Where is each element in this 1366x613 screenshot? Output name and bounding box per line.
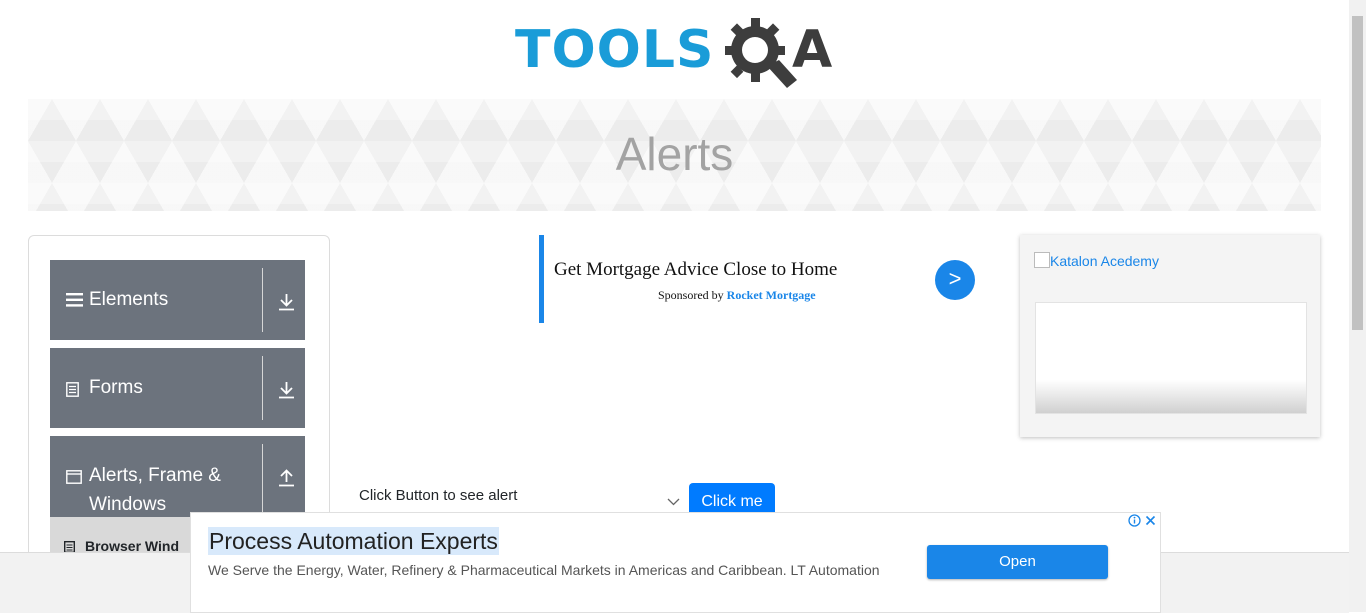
bottom-ad-title[interactable]: Process Automation Experts [208,527,499,555]
bottom-ad[interactable]: Process Automation Experts We Serve the … [190,512,1161,613]
divider [262,444,263,514]
logo-text-tools: TOOLS [515,20,715,80]
divider [262,268,263,332]
nav-group-forms[interactable]: Forms [50,348,305,428]
nav-group-label: Forms [89,377,143,398]
sponsor-link[interactable]: Rocket Mortgage [727,288,816,302]
hamburger-icon [66,293,83,307]
alert-label: Click Button to see alert [359,487,518,504]
ad-card [1035,302,1307,414]
ad-sponsor-line: Sponsored by Rocket Mortgage [658,288,816,303]
nav-group-label-line1: Alerts, Frame & [89,465,221,486]
katalon-ad[interactable]: Katalon Acedemy [1020,235,1320,437]
download-arrow-icon[interactable] [278,381,295,399]
toolsqa-logo[interactable]: TOOLS A [515,14,840,90]
ad-choices-icon[interactable] [1127,513,1159,529]
nav-group-elements[interactable]: Elements [50,260,305,340]
mortgage-ad[interactable]: Get Mortgage Advice Close to Home Sponso… [539,235,984,323]
broken-image-icon [1034,252,1050,268]
sponsored-by-text: Sponsored by [658,288,724,302]
ad-headline[interactable]: Get Mortgage Advice Close to Home [554,259,837,281]
document-icon [66,382,79,397]
broken-image-link[interactable]: Katalon Acedemy [1034,252,1159,269]
open-button[interactable]: Open [927,545,1108,579]
bottom-ad-description: We Serve the Energy, Water, Refinery & P… [208,562,880,578]
logo-text-a: A [792,20,833,80]
page-banner: Alerts [28,99,1321,211]
page-scrollbar[interactable] [1349,0,1366,612]
upload-arrow-icon[interactable] [278,469,295,487]
image-alt-text: Katalon Acedemy [1050,253,1159,269]
window-icon [66,470,82,484]
ad-go-button[interactable]: > [935,260,975,300]
nav-group-label: Elements [89,289,169,310]
chevron-down-icon [667,498,680,506]
page-title: Alerts [615,128,734,180]
divider [262,356,263,420]
download-arrow-icon[interactable] [278,293,295,311]
gear-magnifier-icon [725,18,797,88]
nav-group-label-line2: Windows [89,494,167,515]
scrollbar-thumb[interactable] [1352,16,1363,330]
